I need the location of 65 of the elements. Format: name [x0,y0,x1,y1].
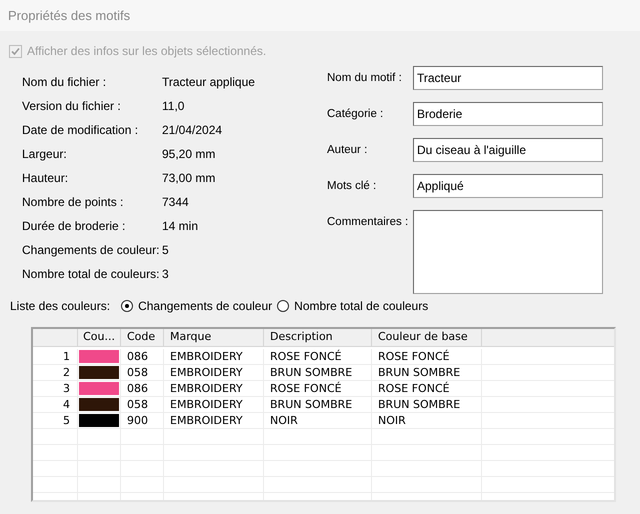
table-cell: EMBROIDERY [164,413,264,428]
table-cell: 086 [121,381,164,396]
info-label: Durée de broderie : [22,218,126,235]
info-value: 73,00 mm [162,170,216,187]
info-value: 14 min [162,218,198,235]
column-header[interactable]: Code [121,329,164,346]
text-field[interactable]: Tracteur [413,66,603,90]
table-cell: 086 [121,349,164,364]
info-label: Nombre total de couleurs: [22,266,160,283]
info-label: Version du fichier : [22,98,122,115]
field-label: Nom du motif : [327,71,403,86]
window-title: Propriétés des motifs [8,6,130,25]
info-value: 21/04/2024 [162,122,222,139]
info-label: Hauteur: [22,170,70,187]
column-header[interactable]: Couleur de base [372,329,482,346]
column-header[interactable]: Marque [164,329,264,346]
info-value: 5 [162,242,169,259]
list-label: Liste des couleurs: [10,298,110,315]
text-field[interactable]: Broderie [413,102,603,126]
table-cell: BRUN SOMBRE [264,365,372,380]
table-cell: EMBROIDERY [164,397,264,412]
info-value: Tracteur applique [162,74,255,91]
table-cell: NOIR [264,413,372,428]
field-label: Mots clé : [327,179,378,194]
table-cell: ROSE FONCÉ [264,349,372,364]
row-number: 2 [33,365,78,380]
radio-button[interactable] [121,300,134,312]
row-number: 3 [33,381,78,396]
info-label: Largeur: [22,146,68,163]
table-cell: 058 [121,365,164,380]
row-number: 1 [33,349,78,364]
table-cell: BRUN SOMBRE [372,397,482,412]
checkbox-label: Afficher des infos sur les objets sélectionnés. [27,43,266,60]
info-value: 3 [162,266,169,283]
info-label: Nombre de points : [22,194,124,211]
comments-field[interactable] [413,210,603,294]
info-value: 7344 [162,194,189,211]
table-cell: BRUN SOMBRE [372,365,482,380]
table-cell: EMBROIDERY [164,381,264,396]
table-cell: ROSE FONCÉ [264,381,372,396]
radio-label: Nombre total de couleurs [294,298,428,315]
table-cell: EMBROIDERY [164,349,264,364]
table-cell: EMBROIDERY [164,365,264,380]
table-cell: NOIR [372,413,482,428]
info-label: Changements de couleur: [22,242,160,259]
text-field[interactable]: Appliqué [413,174,603,198]
radio-label: Changements de couleur [138,298,272,315]
column-header[interactable]: Description [264,329,372,346]
info-label: Date de modification : [22,122,140,139]
column-header[interactable]: Cou... [78,329,121,346]
info-value: 11,0 [162,98,184,115]
table-cell: 058 [121,397,164,412]
table-cell: ROSE FONCÉ [372,349,482,364]
table-cell: ROSE FONCÉ [372,381,482,396]
table-cell: 900 [121,413,164,428]
field-label: Catégorie : [327,107,384,122]
radio-button[interactable] [277,300,290,312]
field-label: Commentaires : [327,215,410,230]
field-label: Auteur : [327,143,368,158]
text-field[interactable]: Du ciseau à l'aiguille [413,138,603,162]
info-value: 95,20 mm [162,146,216,163]
row-number: 5 [33,413,78,428]
table-cell: BRUN SOMBRE [264,397,372,412]
info-label: Nom du fichier : [22,74,108,91]
row-number: 4 [33,397,78,412]
